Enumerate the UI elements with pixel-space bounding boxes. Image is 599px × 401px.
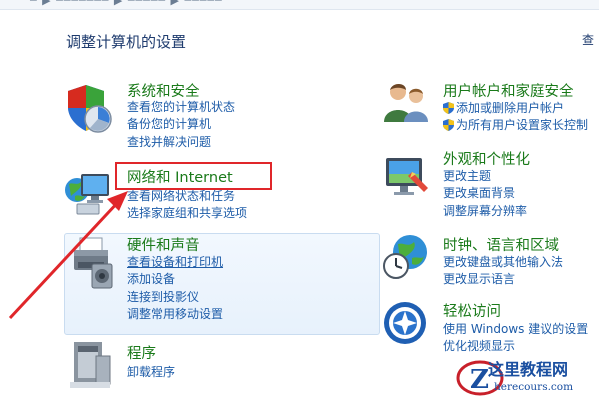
watermark-url: herecours.com [494, 381, 574, 393]
watermark-name: 这里教程网 [488, 360, 569, 379]
annotation-arrow [8, 191, 128, 320]
svg-text:Z: Z [470, 365, 489, 395]
